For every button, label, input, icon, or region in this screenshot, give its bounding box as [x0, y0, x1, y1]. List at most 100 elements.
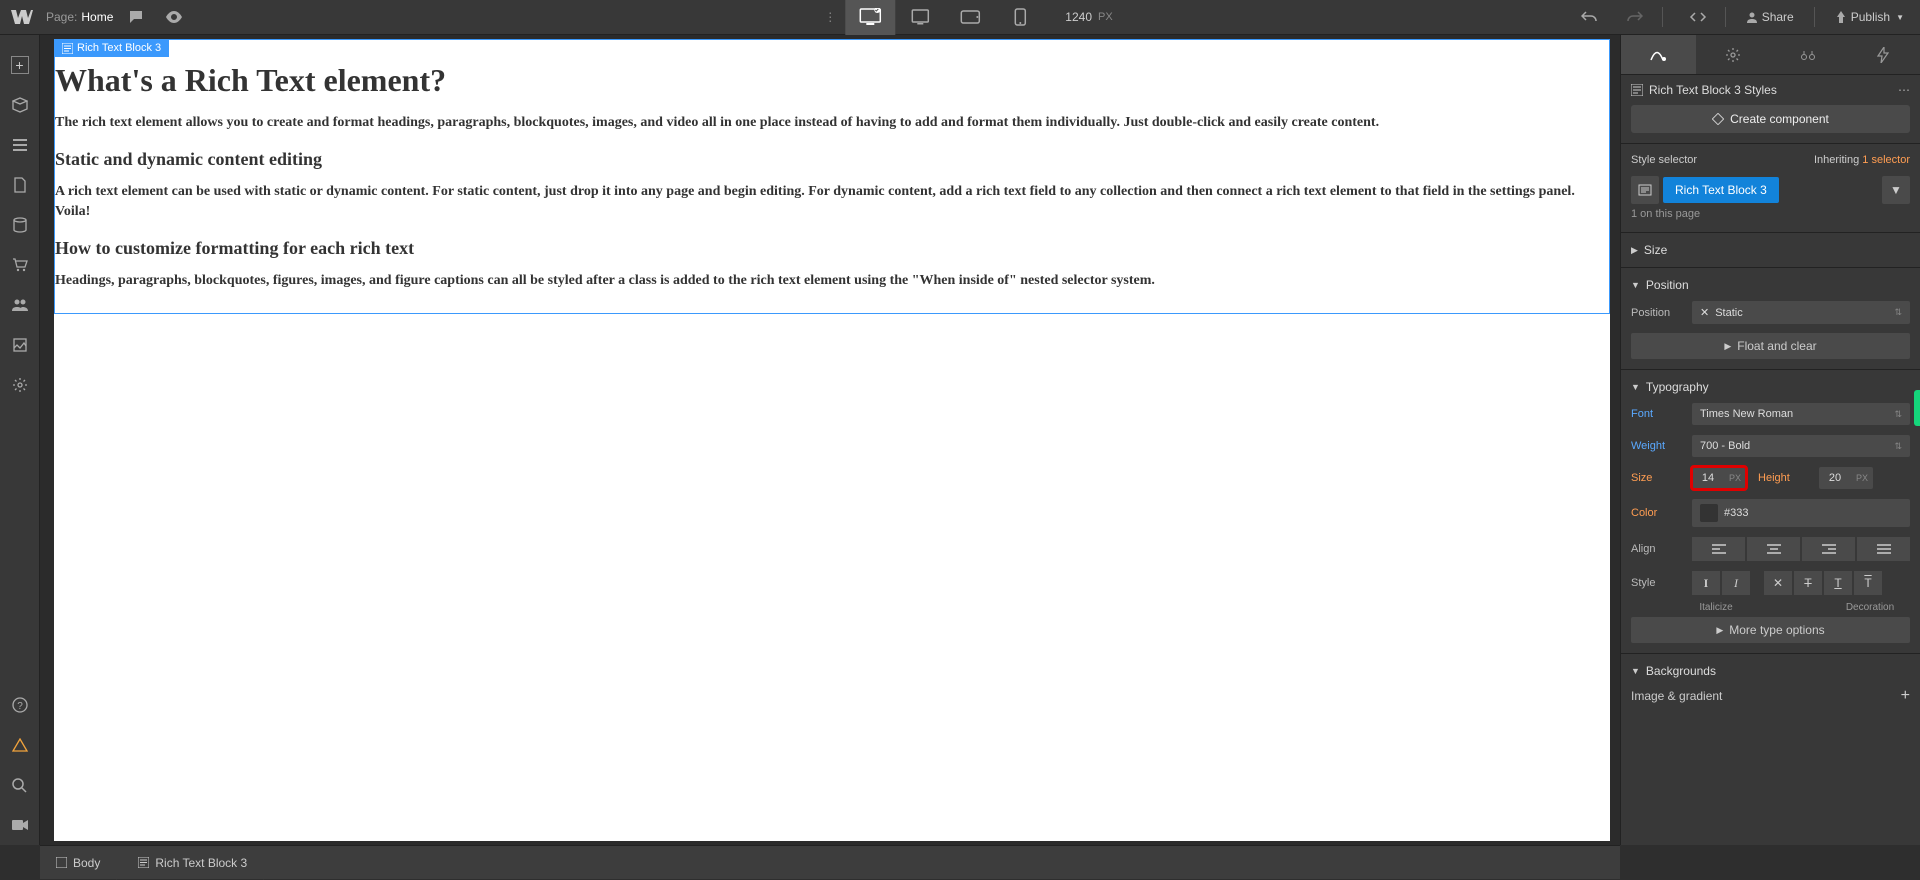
line-height-label: Height	[1758, 472, 1813, 484]
font-value: Times New Roman	[1700, 408, 1793, 420]
rich-text-block[interactable]: Rich Text Block 3 What's a Rich Text ele…	[54, 39, 1610, 314]
device-desktop[interactable]	[845, 0, 895, 35]
align-left-button[interactable]	[1692, 537, 1745, 561]
color-swatch[interactable]	[1700, 504, 1718, 522]
typography-section-label: Typography	[1646, 380, 1709, 394]
italic-off-button[interactable]: I	[1692, 571, 1720, 595]
share-button[interactable]: Share	[1738, 6, 1802, 28]
pages-tool[interactable]	[0, 165, 40, 205]
breadcrumb-body[interactable]: Body	[40, 846, 116, 879]
weight-select[interactable]: 700 - Bold⇅	[1692, 435, 1910, 457]
inheriting-link[interactable]: 1 selector	[1862, 154, 1910, 166]
backgrounds-section-toggle[interactable]: ▼Backgrounds	[1631, 660, 1910, 682]
font-size-input[interactable]: PX	[1692, 467, 1746, 489]
add-element-tool[interactable]: +	[0, 45, 40, 85]
decoration-strike-button[interactable]: T	[1794, 571, 1822, 595]
add-background-button[interactable]: +	[1901, 687, 1910, 705]
selector-dropdown-icon[interactable]: ▼	[1882, 176, 1910, 204]
breadcrumb-rich-text[interactable]: Rich Text Block 3	[116, 846, 263, 879]
color-value: #333	[1724, 507, 1748, 519]
line-height-input[interactable]: PX	[1819, 467, 1873, 489]
section-position: ▼Position Position ✕Static ⇅ ▶ Float and…	[1621, 267, 1920, 369]
rich-p2[interactable]: A rich text element can be used with sta…	[55, 182, 1609, 222]
page-name[interactable]: Home	[81, 10, 113, 24]
device-mobile[interactable]	[995, 0, 1045, 35]
users-tool[interactable]	[0, 285, 40, 325]
font-select[interactable]: Times New Roman ⇅	[1692, 403, 1910, 425]
cms-tool[interactable]	[0, 205, 40, 245]
rich-p3[interactable]: Headings, paragraphs, blockquotes, figur…	[55, 271, 1609, 291]
device-tablet[interactable]	[895, 0, 945, 35]
device-switcher: ⋮ 1240 PX	[807, 0, 1112, 35]
size-label: Size	[1631, 472, 1686, 484]
component-icon	[1712, 113, 1724, 125]
rich-h2b[interactable]: How to customize formatting for each ric…	[55, 238, 1609, 259]
selector-type-icon[interactable]	[1631, 176, 1659, 204]
redo-icon[interactable]	[1620, 2, 1650, 32]
selection-badge-label: Rich Text Block 3	[77, 42, 161, 54]
canvas[interactable]: Rich Text Block 3 What's a Rich Text ele…	[54, 39, 1610, 841]
chevron-right-icon: ▶	[1716, 625, 1723, 636]
rich-h2a[interactable]: Static and dynamic content editing	[55, 149, 1609, 170]
on-page-count: 1 on this page	[1631, 208, 1910, 226]
video-tool[interactable]	[0, 805, 40, 845]
rich-p1[interactable]: The rich text element allows you to crea…	[55, 113, 1609, 133]
device-tablet-landscape[interactable]	[945, 0, 995, 35]
line-height-value[interactable]	[1819, 467, 1851, 489]
breadcrumb-bar: Body Rich Text Block 3	[40, 845, 1620, 879]
page-label: Page:	[46, 10, 77, 24]
position-select[interactable]: ✕Static ⇅	[1692, 301, 1910, 324]
tab-settings[interactable]	[1696, 35, 1771, 74]
align-justify-button[interactable]	[1857, 537, 1910, 561]
position-section-toggle[interactable]: ▼Position	[1631, 274, 1910, 296]
webflow-logo[interactable]	[8, 3, 36, 31]
section-size: ▶Size	[1621, 232, 1920, 267]
canvas-width-display[interactable]: 1240 PX	[1065, 10, 1112, 24]
color-input[interactable]: #333	[1692, 499, 1910, 527]
navigator-tool[interactable]	[0, 125, 40, 165]
panel-resize-handle[interactable]	[1914, 390, 1920, 426]
right-panel: Rich Text Block 3 Styles ⋯ Create compon…	[1620, 35, 1920, 845]
dropdown-arrow-icon: ⇅	[1894, 409, 1902, 420]
publish-button[interactable]: Publish ▼	[1827, 6, 1912, 28]
font-size-unit[interactable]: PX	[1724, 473, 1746, 483]
device-menu-icon[interactable]: ⋮	[815, 2, 845, 32]
size-section-label: Size	[1644, 243, 1667, 257]
italic-on-button[interactable]: I	[1722, 571, 1750, 595]
help-tool[interactable]: ?	[0, 685, 40, 725]
comments-icon[interactable]	[121, 2, 151, 32]
export-code-icon[interactable]	[1683, 2, 1713, 32]
search-tool[interactable]	[0, 765, 40, 805]
undo-icon[interactable]	[1574, 2, 1604, 32]
settings-tool[interactable]	[0, 365, 40, 405]
assets-tool[interactable]	[0, 325, 40, 365]
chevron-down-icon: ▼	[1896, 13, 1904, 22]
tab-interactions[interactable]	[1845, 35, 1920, 74]
typography-section-toggle[interactable]: ▼Typography	[1631, 376, 1910, 398]
ecommerce-tool[interactable]	[0, 245, 40, 285]
create-component-button[interactable]: Create component	[1631, 105, 1910, 133]
canvas-width-unit: PX	[1098, 11, 1113, 23]
rich-text-icon	[62, 43, 73, 54]
selection-badge[interactable]: Rich Text Block 3	[54, 39, 169, 57]
align-right-button[interactable]	[1802, 537, 1855, 561]
font-size-value[interactable]	[1692, 467, 1724, 489]
audit-tool[interactable]	[0, 725, 40, 765]
preview-eye-icon[interactable]	[159, 2, 189, 32]
float-clear-button[interactable]: ▶ Float and clear	[1631, 333, 1910, 359]
decoration-overline-button[interactable]: T	[1854, 571, 1882, 595]
decoration-none-button[interactable]: ✕	[1764, 571, 1792, 595]
symbols-tool[interactable]	[0, 85, 40, 125]
inheriting-label: Inheriting	[1814, 154, 1859, 166]
tab-style[interactable]	[1621, 35, 1696, 74]
rich-h1[interactable]: What's a Rich Text element?	[55, 62, 1609, 99]
size-section-toggle[interactable]: ▶Size	[1631, 239, 1910, 261]
tab-style-manager[interactable]	[1771, 35, 1846, 74]
line-height-unit[interactable]: PX	[1851, 473, 1873, 483]
align-center-button[interactable]	[1747, 537, 1800, 561]
font-label: Font	[1631, 408, 1686, 420]
class-tag[interactable]: Rich Text Block 3	[1663, 177, 1779, 203]
more-type-options-button[interactable]: ▶ More type options	[1631, 617, 1910, 643]
panel-more-icon[interactable]: ⋯	[1898, 83, 1910, 97]
decoration-underline-button[interactable]: T	[1824, 571, 1852, 595]
